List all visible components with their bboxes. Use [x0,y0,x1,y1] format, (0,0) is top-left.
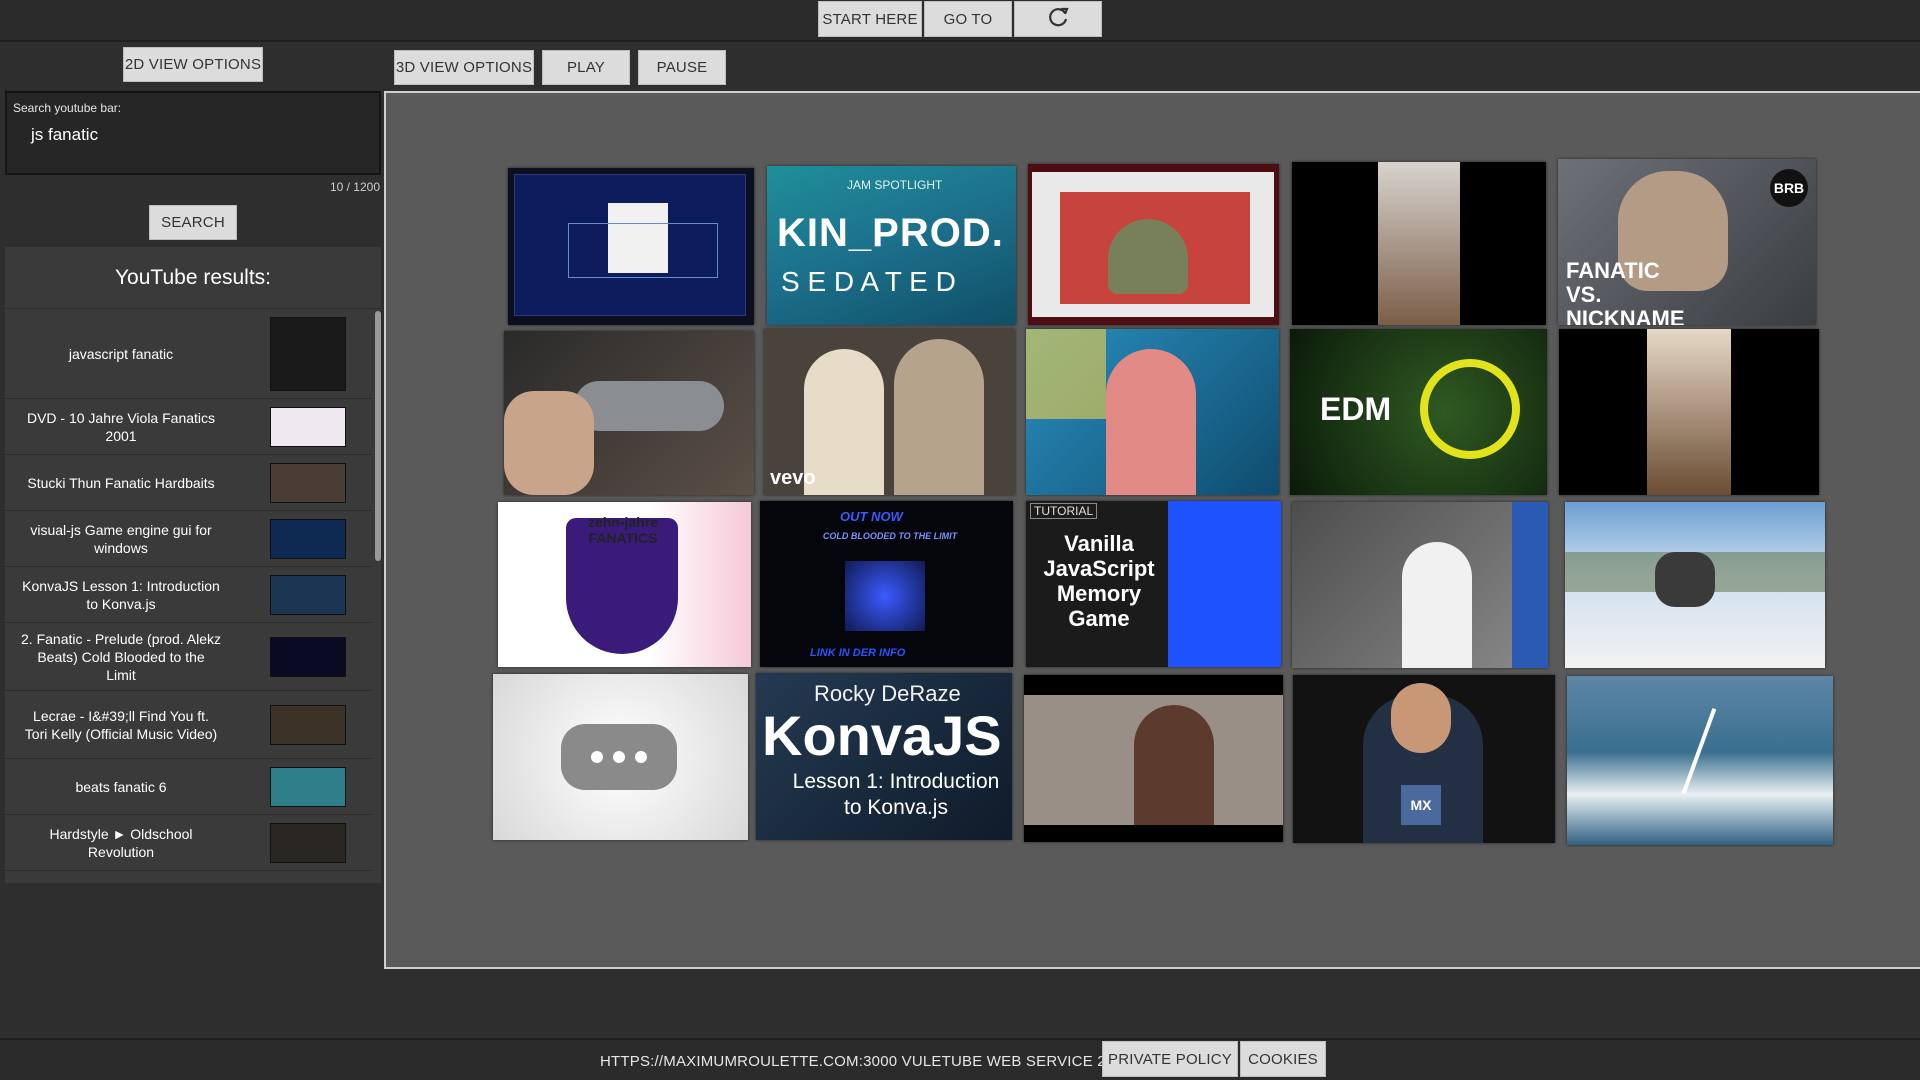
result-title: 2. Fanatic - Prelude (prod. Alekz Beats)… [21,630,221,683]
result-thumbnail[interactable] [270,767,346,807]
video-tile-17[interactable]: Rocky DeRaze KonvaJS Lesson 1: Introduct… [756,673,1012,840]
result-thumbnail[interactable] [270,463,346,503]
tile-bottom-text: LINK IN DER INFO [810,647,906,659]
result-item[interactable]: KonvaJS Lesson 1: Introduction to Konva.… [5,567,371,623]
search-box[interactable]: Search youtube bar: js fanatic [5,91,381,175]
video-tile-4[interactable] [1292,162,1546,325]
results-title: YouTube results: [5,247,381,309]
tile-subtitle: COLD BLOODED TO THE LIMIT [822,531,958,541]
video-tile-20[interactable] [1567,676,1833,845]
video-tile-14[interactable] [1292,502,1548,668]
results-scrollbar[interactable] [374,309,381,883]
result-title: Lecrae - I&#39;ll Find You ft. Tori Kell… [24,707,218,742]
video-tile-16[interactable] [493,674,748,840]
result-title: DVD - 10 Jahre Viola Fanatics 2001 [26,409,216,444]
tile-title: KonvaJS [762,704,1002,767]
footer-text: HTTPS://MAXIMUMROULETTE.COM:3000 VULETUB… [600,1053,1132,1070]
video-tile-12[interactable]: OUT NOW COLD BLOODED TO THE LIMIT LINK I… [760,501,1013,667]
3d-view-options-button[interactable]: 3D VIEW OPTIONS [394,50,534,85]
play-button[interactable]: PLAY [542,50,630,85]
tile-subtitle: S E D A T E D [781,266,956,297]
tile-title: Vanilla JavaScript Memory Game [1043,531,1155,631]
video-tile-5[interactable]: FANATIC VS. NICKNAME BRB [1558,159,1816,325]
result-title: Hardstyle ► Oldschool Revolution [49,825,193,860]
result-thumbnail[interactable] [270,823,346,863]
vevo-logo: vevo [770,467,816,489]
result-thumbnail[interactable] [270,407,346,447]
result-title: visual-js Game engine gui for windows [30,521,212,556]
refresh-button[interactable] [1014,1,1102,37]
video-tile-10[interactable] [1559,329,1819,495]
result-title: Stucki Thun Fanatic Hardbaits [27,474,215,491]
3d-viewport[interactable]: JAM SPOTLIGHT KIN_PROD. S E D A T E D FA… [384,91,1920,969]
2d-view-options-button[interactable]: 2D VIEW OPTIONS [123,47,263,82]
youtube-results-panel: YouTube results: javascript fanatic DVD -… [5,247,381,883]
search-button[interactable]: SEARCH [149,205,237,240]
tile-title: FANATIC VS. NICKNAME [1566,258,1685,326]
search-input[interactable]: js fanatic [31,125,98,145]
result-item[interactable]: DVD - 10 Jahre Viola Fanatics 2001 [5,399,371,455]
result-item[interactable]: beats fanatic 6 [5,759,371,815]
tile-top-text: OUT NOW [840,509,903,524]
result-title: beats fanatic 6 [75,778,167,795]
video-tile-13[interactable]: TUTORIAL Vanilla JavaScript Memory Game [1026,501,1281,667]
result-item[interactable]: 2. Fanatic - Prelude (prod. Alekz Beats)… [5,623,371,691]
video-tile-6[interactable] [504,331,754,495]
result-title: KonvaJS Lesson 1: Introduction to Konva.… [22,577,220,612]
video-tile-2[interactable]: JAM SPOTLIGHT KIN_PROD. S E D A T E D [767,166,1016,325]
result-item[interactable]: Stucki Thun Fanatic Hardbaits [5,455,371,511]
pause-button[interactable]: PAUSE [638,50,726,85]
result-thumbnail[interactable] [270,575,346,615]
video-tile-7[interactable]: vevo [764,329,1015,495]
video-tile-9[interactable]: EDM [1290,329,1547,495]
video-tile-3[interactable] [1028,164,1279,325]
result-title: javascript fanatic [68,345,174,362]
tile-title: KIN_PROD. [777,211,1004,255]
channel-badge: BRB [1770,169,1808,207]
start-here-button[interactable]: START HERE [818,1,922,37]
jam-spotlight-text: JAM SPOTLIGHT [847,178,943,192]
result-thumbnail[interactable] [270,519,346,559]
mx-logo: MX [1401,785,1441,825]
video-tile-15[interactable] [1565,502,1825,668]
tutorial-tag: TUTORIAL [1030,503,1098,519]
edm-logo: EDM [1320,391,1392,427]
refresh-icon [1046,5,1070,33]
video-tile-11[interactable]: zehn-jahre FANATICS [498,502,751,667]
video-tile-1[interactable] [508,168,754,325]
results-list: javascript fanatic DVD - 10 Jahre Viola F… [5,309,371,871]
tile-subtitle: Lesson 1: Introduction to Konva.js [792,770,1000,819]
video-tile-8[interactable] [1026,329,1279,495]
more-icon [561,724,677,790]
video-tile-19[interactable]: MX [1293,675,1555,843]
result-item[interactable]: javascript fanatic [5,309,371,399]
private-policy-button[interactable]: PRIVATE POLICY [1102,1041,1238,1077]
go-to-button[interactable]: GO TO [924,1,1012,37]
video-tile-18[interactable] [1024,675,1283,842]
result-item[interactable]: Lecrae - I&#39;ll Find You ft. Tori Kell… [5,691,371,759]
result-thumbnail[interactable] [270,637,346,677]
cookies-button[interactable]: COOKIES [1240,1041,1326,1077]
result-item[interactable]: Hardstyle ► Oldschool Revolution [5,815,371,871]
result-thumbnail[interactable] [270,317,346,391]
result-thumbnail[interactable] [270,705,346,745]
search-label: Search youtube bar: [13,101,122,115]
tile-title: zehn-jahre FANATICS [587,514,658,546]
scrollbar-thumb[interactable] [375,311,381,561]
character-count: 10 / 1200 [329,180,380,194]
result-item[interactable]: visual-js Game engine gui for windows [5,511,371,567]
